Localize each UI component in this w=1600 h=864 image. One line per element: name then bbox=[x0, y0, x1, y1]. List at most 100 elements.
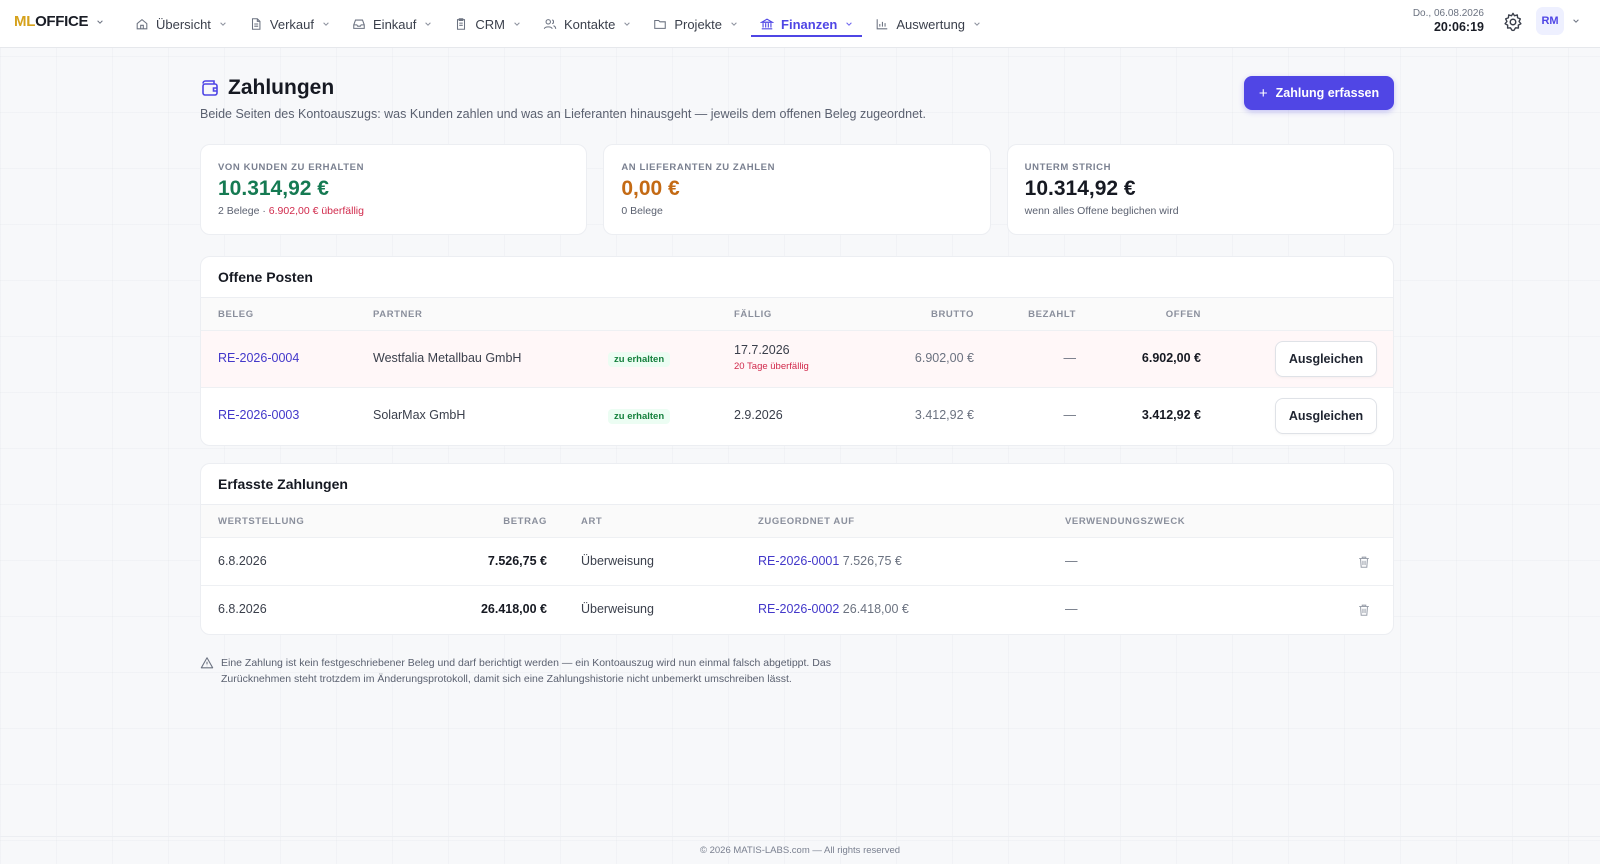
nav-label: Verkauf bbox=[269, 16, 315, 32]
summary-cards: VON KUNDEN ZU ERHALTEN 10.314,92 € 2 Bel… bbox=[200, 144, 1394, 235]
document-link[interactable]: RE-2026-0001 bbox=[758, 554, 839, 568]
trash-icon[interactable] bbox=[1357, 603, 1371, 617]
overdue-note: 20 Tage überfällig bbox=[734, 361, 809, 372]
page-header: Zahlungen Beide Seiten des Kontoauszugs:… bbox=[200, 76, 1394, 121]
stat-card-payable: AN LIEFERANTEN ZU ZAHLEN 0,00 € 0 Belege bbox=[603, 144, 991, 235]
trash-icon[interactable] bbox=[1357, 555, 1371, 569]
stat-note: 0 Belege bbox=[621, 205, 663, 217]
column-header: FÄLLIG bbox=[734, 309, 772, 320]
due-date: 2.9.2026 bbox=[734, 408, 783, 422]
stat-value: 10.314,92 € bbox=[1024, 177, 1136, 200]
users-icon bbox=[543, 19, 557, 30]
nav-item-uebersicht[interactable]: Übersicht bbox=[126, 0, 236, 48]
table-row: RE-2026-0004 Westfalia Metallbau GmbH zu… bbox=[201, 331, 1393, 388]
chevron-down-icon bbox=[846, 22, 853, 26]
add-payment-button[interactable]: + Zahlung erfassen bbox=[1244, 76, 1394, 110]
column-header: BETRAG bbox=[503, 516, 547, 527]
table-header: BELEG PARTNER FÄLLIG BRUTTO BEZAHLT OFFE… bbox=[201, 298, 1393, 331]
chevron-down-icon bbox=[974, 22, 980, 26]
warning-icon bbox=[200, 657, 214, 669]
nav-item-verkauf[interactable]: Verkauf bbox=[240, 0, 339, 48]
avatar[interactable]: RM bbox=[1536, 7, 1564, 35]
stat-note: wenn alles Offene beglichen wird bbox=[1024, 205, 1179, 217]
partner-name: SolarMax GmbH bbox=[373, 408, 466, 422]
chevron-down-icon bbox=[514, 22, 520, 26]
nav-label: Einkauf bbox=[373, 16, 417, 32]
value-date: 6.8.2026 bbox=[218, 602, 267, 616]
column-header: WERTSTELLUNG bbox=[218, 516, 305, 527]
plus-icon: + bbox=[1258, 84, 1268, 102]
open-items-table: Offene Posten BELEG PARTNER FÄLLIG BRUTT… bbox=[200, 256, 1394, 446]
bank-icon bbox=[760, 18, 775, 30]
bar-chart-icon bbox=[877, 19, 888, 30]
stat-card-receivable: VON KUNDEN ZU ERHALTEN 10.314,92 € 2 Bel… bbox=[200, 144, 588, 235]
open-amount: 3.412,92 € bbox=[1141, 408, 1201, 422]
chevron-down-icon[interactable] bbox=[1572, 17, 1580, 25]
page-subtitle: Beide Seiten des Kontoauszugs: was Kunde… bbox=[200, 107, 926, 121]
status-badge: zu erhalten bbox=[608, 409, 671, 424]
nav-item-finanzen[interactable]: Finanzen bbox=[751, 0, 863, 48]
logo-ml: ML bbox=[14, 13, 36, 30]
column-header: ZUGEORDNET AUF bbox=[758, 516, 855, 527]
section-title: Erfasste Zahlungen bbox=[201, 464, 1393, 505]
stat-note: 2 Belege · 6.902,00 € überfällig bbox=[218, 205, 569, 217]
copyright-text: © 2026 MATIS-LABS.com — All rights reser… bbox=[699, 845, 901, 856]
nav-label: Auswertung bbox=[896, 16, 966, 32]
table-row: 6.8.2026 26.418,00 € Überweisung RE-2026… bbox=[201, 586, 1393, 634]
table-header: WERTSTELLUNG BETRAG ART ZUGEORDNET AUF V… bbox=[201, 505, 1393, 538]
logo-office: OFFICE bbox=[35, 13, 89, 30]
nav-item-kontakte[interactable]: Kontakte bbox=[534, 0, 640, 48]
payment-type: Überweisung bbox=[581, 554, 654, 568]
document-icon bbox=[251, 18, 261, 30]
app-logo[interactable]: ML OFFICE bbox=[14, 13, 104, 30]
gross-amount: 6.902,00 € bbox=[914, 351, 974, 365]
gear-icon[interactable] bbox=[1502, 11, 1524, 33]
payment-reference: — bbox=[1065, 602, 1078, 616]
clipboard-icon bbox=[457, 18, 466, 30]
payments-table: Erfasste Zahlungen WERTSTELLUNG BETRAG A… bbox=[200, 463, 1394, 635]
column-header: ART bbox=[581, 516, 603, 527]
column-header: VERWENDUNGSZWECK bbox=[1065, 516, 1186, 527]
settle-button[interactable]: Ausgleichen bbox=[1275, 398, 1377, 434]
stat-card-net: UNTERM STRICH 10.314,92 € wenn alles Off… bbox=[1006, 144, 1394, 235]
column-header: BRUTTO bbox=[930, 309, 974, 320]
folder-icon bbox=[654, 19, 667, 29]
page-title: Zahlungen bbox=[228, 76, 335, 99]
payment-amount: 26.418,00 € bbox=[480, 602, 547, 616]
column-header: OFFEN bbox=[1165, 309, 1201, 320]
gross-amount: 3.412,92 € bbox=[914, 408, 974, 422]
home-icon bbox=[136, 18, 148, 30]
table-row: RE-2026-0003 SolarMax GmbH zu erhalten 2… bbox=[201, 388, 1393, 445]
chevron-down-icon bbox=[220, 22, 226, 26]
stat-value: 0,00 € bbox=[621, 177, 680, 200]
assigned-document: RE-2026-0002 26.418,00 € bbox=[758, 602, 909, 616]
stat-label: AN LIEFERANTEN ZU ZAHLEN bbox=[621, 162, 776, 173]
document-link[interactable]: RE-2026-0004 bbox=[218, 351, 299, 365]
chevron-down-icon bbox=[425, 22, 432, 26]
settle-button[interactable]: Ausgleichen bbox=[1275, 341, 1377, 377]
clock-time: 20:06:19 bbox=[1433, 20, 1484, 34]
nav-item-crm[interactable]: CRM bbox=[445, 0, 530, 48]
chevron-down-icon bbox=[323, 22, 329, 26]
nav-item-einkauf[interactable]: Einkauf bbox=[343, 0, 441, 48]
status-badge: zu erhalten bbox=[608, 352, 671, 367]
wallet-icon bbox=[202, 80, 218, 96]
column-header: BELEG bbox=[218, 309, 254, 320]
paid-amount: — bbox=[1063, 408, 1077, 422]
main-nav: Übersicht Verkauf Einkauf CRM Kontakte P… bbox=[126, 0, 994, 48]
info-notice: Eine Zahlung ist kein festgeschriebener … bbox=[200, 655, 880, 688]
footer: © 2026 MATIS-LABS.com — All rights reser… bbox=[0, 836, 1600, 864]
nav-item-projekte[interactable]: Projekte bbox=[644, 0, 747, 48]
nav-label: Übersicht bbox=[156, 16, 211, 32]
partner-name: Westfalia Metallbau GmbH bbox=[373, 351, 522, 365]
stat-label: VON KUNDEN ZU ERHALTEN bbox=[218, 162, 365, 173]
column-header: BEZAHLT bbox=[1028, 309, 1076, 320]
document-link[interactable]: RE-2026-0003 bbox=[218, 408, 299, 422]
document-link[interactable]: RE-2026-0002 bbox=[758, 602, 839, 616]
column-header: PARTNER bbox=[373, 309, 423, 320]
payment-type: Überweisung bbox=[581, 602, 654, 616]
due-date: 17.7.2026 bbox=[734, 343, 790, 357]
nav-item-auswertung[interactable]: Auswertung bbox=[866, 0, 990, 48]
nav-label: Kontakte bbox=[564, 16, 616, 32]
table-row: 6.8.2026 7.526,75 € Überweisung RE-2026-… bbox=[201, 538, 1393, 586]
